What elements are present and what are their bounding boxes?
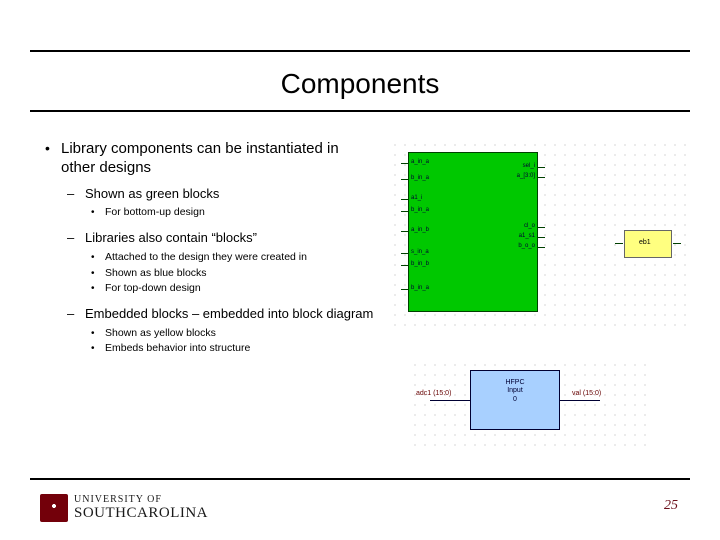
- blue-right-sig: val (15:0): [572, 390, 601, 397]
- grid-top: a_in_a b_in_a a1_i b_in_a a_in_b s_in_a …: [390, 140, 690, 330]
- pin-r1: a_[3:0]: [517, 173, 535, 179]
- title-underline: [30, 110, 690, 112]
- sub-1-p2: For top-down design: [105, 282, 375, 296]
- logo-small: UNIVERSITY OF: [74, 494, 162, 505]
- footer-rule: [30, 478, 690, 480]
- diagrams-area: a_in_a b_in_a a1_i b_in_a a_in_b s_in_a …: [390, 140, 690, 460]
- sub-0-p0: For bottom-up design: [105, 206, 375, 220]
- pin-r4: b_o_o: [518, 243, 535, 249]
- yellow-block: eb1: [624, 230, 672, 258]
- slide-title: Components: [0, 68, 720, 100]
- logo-tree-icon: [40, 494, 68, 522]
- pin-l4: a_in_b: [411, 227, 429, 233]
- pin-l7: b_in_a: [411, 285, 429, 291]
- sub-2: Embedded blocks – embedded into block di…: [85, 306, 375, 356]
- page-number: 25: [664, 498, 678, 514]
- bullet-main-text: Library components can be instantiated i…: [61, 140, 339, 176]
- pin-r0: sel_i: [523, 163, 535, 169]
- top-rule: [30, 50, 690, 52]
- sub-1-p1: Shown as blue blocks: [105, 267, 375, 281]
- pin-l6: b_in_b: [411, 261, 429, 267]
- sub-1: Libraries also contain “blocks” Attached…: [85, 230, 375, 296]
- sub-1-text: Libraries also contain “blocks”: [85, 230, 257, 245]
- green-block: a_in_a b_in_a a1_i b_in_a a_in_b s_in_a …: [408, 152, 538, 312]
- pin-r3: a1_s1: [519, 233, 535, 239]
- pin-l5: s_in_a: [411, 249, 429, 255]
- logo-big1: SOUTH: [74, 505, 127, 521]
- pin-l3: b_in_a: [411, 207, 429, 213]
- university-logo: UNIVERSITY OF SOUTHCAROLINA: [40, 494, 208, 522]
- blue-title: HFPC Input 0: [471, 379, 559, 404]
- logo-text: UNIVERSITY OF SOUTHCAROLINA: [74, 494, 208, 522]
- text-content: Library components can be instantiated i…: [45, 140, 375, 366]
- sub-0: Shown as green blocks For bottom-up desi…: [85, 186, 375, 221]
- sub-2-text: Embedded blocks – embedded into block di…: [85, 306, 373, 321]
- grid-bottom: HFPC Input 0 adc1 (15:0) val (15:0): [410, 360, 650, 450]
- blue-block: HFPC Input 0: [470, 370, 560, 430]
- blue-left-sig: adc1 (15:0): [416, 390, 451, 397]
- sub-0-text: Shown as green blocks: [85, 186, 219, 201]
- sub-1-p0: Attached to the design they were created…: [105, 251, 375, 265]
- pin-r2: cl_o: [524, 223, 535, 229]
- bullet-main: Library components can be instantiated i…: [61, 140, 375, 356]
- sub-2-p0: Shown as yellow blocks: [105, 327, 375, 341]
- pin-l0: a_in_a: [411, 159, 429, 165]
- sub-2-p1: Embeds behavior into structure: [105, 342, 375, 356]
- logo-big2: CAROLINA: [127, 505, 209, 521]
- pin-l1: b_in_a: [411, 175, 429, 181]
- yellow-label: eb1: [639, 239, 651, 246]
- pin-l2: a1_i: [411, 195, 422, 201]
